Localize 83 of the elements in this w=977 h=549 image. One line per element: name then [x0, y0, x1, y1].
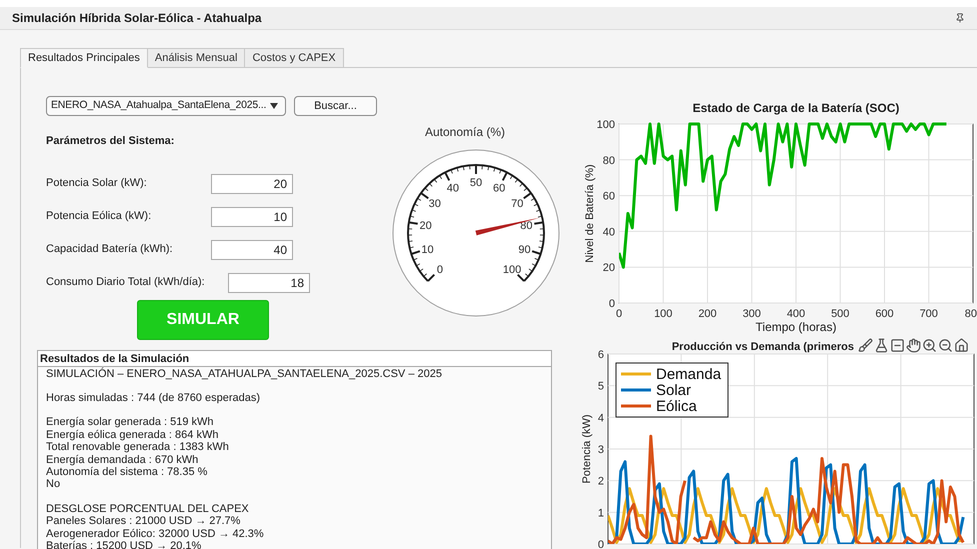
- gauge-needle: [475, 218, 540, 236]
- file-dropdown[interactable]: ENERO_NASA_Atahualpa_SantaElena_2025...: [46, 96, 286, 116]
- gauge-tick-label: 50: [470, 177, 482, 189]
- pin-icon[interactable]: [955, 13, 965, 23]
- caret-icon: [270, 103, 278, 109]
- number-field[interactable]: 10: [211, 206, 293, 226]
- axis-tick-label: 4: [598, 412, 604, 424]
- flask-icon[interactable]: [874, 338, 889, 353]
- tab[interactable]: Resultados Principales: [20, 48, 148, 68]
- home-icon[interactable]: [954, 338, 969, 353]
- tab[interactable]: Análisis Mensual: [146, 48, 246, 68]
- legend-swatch: [621, 388, 651, 392]
- field-label: Consumo Diario Total (kWh/día):: [46, 275, 206, 290]
- field-label: Potencia Eólica (kW):: [46, 209, 152, 224]
- result-line: DESGLOSE PORCENTUAL DEL CAPEX: [46, 502, 250, 516]
- result-line: Aerogenerador Eólico: 32000 USD → 42.3%: [46, 528, 265, 540]
- result-line: Energía eólica generada : 864 kWh: [46, 428, 220, 442]
- browse-button[interactable]: Buscar...: [294, 96, 377, 116]
- hand-icon[interactable]: [906, 338, 921, 353]
- number-field[interactable]: 40: [211, 240, 293, 260]
- number-field[interactable]: 18: [228, 272, 310, 292]
- axis-tick-label: 400: [786, 308, 806, 320]
- brush-icon[interactable]: [858, 338, 873, 353]
- gauge-tick-label: 0: [436, 264, 443, 276]
- axis-tick-label: 100: [654, 308, 672, 320]
- axis-tick-label: 100: [596, 119, 615, 131]
- zoom-in-icon[interactable]: [922, 338, 937, 353]
- legend-label: Solar: [656, 382, 692, 399]
- number-field[interactable]: 20: [211, 174, 293, 194]
- gauge-tick-label: 30: [428, 198, 441, 210]
- axis-title: Tiempo (horas): [756, 320, 836, 334]
- result-line: Energía solar generada : 519 kWh: [46, 416, 215, 429]
- field-label: Potencia Solar (kW):: [46, 176, 148, 192]
- axis-tick-label: 600: [875, 308, 894, 320]
- gauge-tick-label: 10: [421, 244, 434, 256]
- axis-tick-label: 1: [598, 507, 604, 520]
- gauge-tick-label: 40: [446, 182, 459, 195]
- axis-tick-label: 80: [964, 308, 977, 320]
- axis-tick-label: 300: [742, 308, 761, 320]
- axis-tick-label: 2: [598, 476, 604, 488]
- axis-tick-label: 500: [831, 308, 850, 320]
- axis-tick-label: 200: [698, 308, 717, 320]
- gauge-title: Autonomía (%): [425, 124, 506, 141]
- axis-tick-label: 0: [608, 298, 615, 310]
- result-line: Energía demandada : 670 kWh: [46, 454, 200, 466]
- axis-tick-label: 80: [602, 154, 615, 167]
- axis-tick-label: 6: [598, 349, 604, 361]
- gauge-tick-label: 90: [518, 244, 531, 256]
- chart-title: Producción vs Demanda (primeros: [672, 341, 854, 353]
- result-line: No: [46, 478, 62, 491]
- axis-tick-label: 3: [598, 444, 604, 456]
- result-line: Baterías : 15200 USD → 20.1%: [46, 540, 202, 549]
- axis-tick-label: 0: [598, 539, 604, 548]
- axis-tick-label: 60: [602, 190, 615, 203]
- axis-tick-label: 20: [602, 262, 615, 274]
- gauge-tick-label: 20: [420, 220, 432, 232]
- minus-square-icon[interactable]: [890, 338, 905, 353]
- axis-tick-label: 5: [598, 380, 604, 393]
- field-label: Capacidad Batería (kWh):: [46, 242, 174, 258]
- legend-swatch: [621, 372, 651, 376]
- chart-title: Estado de Carga de la Batería (SOC): [692, 101, 900, 115]
- result-line: Paneles Solares : 21000 USD → 27.7%: [46, 515, 242, 528]
- result-line: Horas simuladas : 744 (de 8760 esperadas): [46, 392, 262, 404]
- legend-label: Eólica: [656, 398, 697, 415]
- axis-title: Nivel de Batería (%): [584, 164, 596, 263]
- gauge-tick-label: 100: [502, 264, 522, 276]
- axis-tick-label: 0: [616, 308, 622, 320]
- legend-label: Demanda: [656, 366, 722, 383]
- legend-swatch: [621, 404, 651, 408]
- zoom-out-icon[interactable]: [938, 338, 953, 353]
- panel-title: Resultados de la Simulación: [38, 350, 551, 366]
- result-line: Autonomía del sistema : 78.35 %: [46, 466, 208, 478]
- gauge-tick-label: 70: [511, 198, 524, 210]
- axis-tick-label: 700: [920, 308, 938, 320]
- result-line: SIMULACIÓN – ENERO_NASA_ATAHUALPA_SANTAELENA_2025.CSV – 2025: [46, 368, 443, 380]
- window-title: Simulación Híbrida Solar-Eólica - Atahualpa: [12, 10, 263, 27]
- gauge-tick-label: 80: [520, 220, 532, 232]
- result-line: Total renovable generada : 1383 kWh: [46, 441, 230, 454]
- tab[interactable]: Costos y CAPEX: [244, 48, 344, 68]
- axis-tick-label: 40: [602, 226, 615, 238]
- gauge-tick-label: 60: [493, 182, 506, 195]
- axis-title: Potencia (kW): [581, 414, 593, 484]
- section-title: Parámetros del Sistema:: [46, 134, 176, 149]
